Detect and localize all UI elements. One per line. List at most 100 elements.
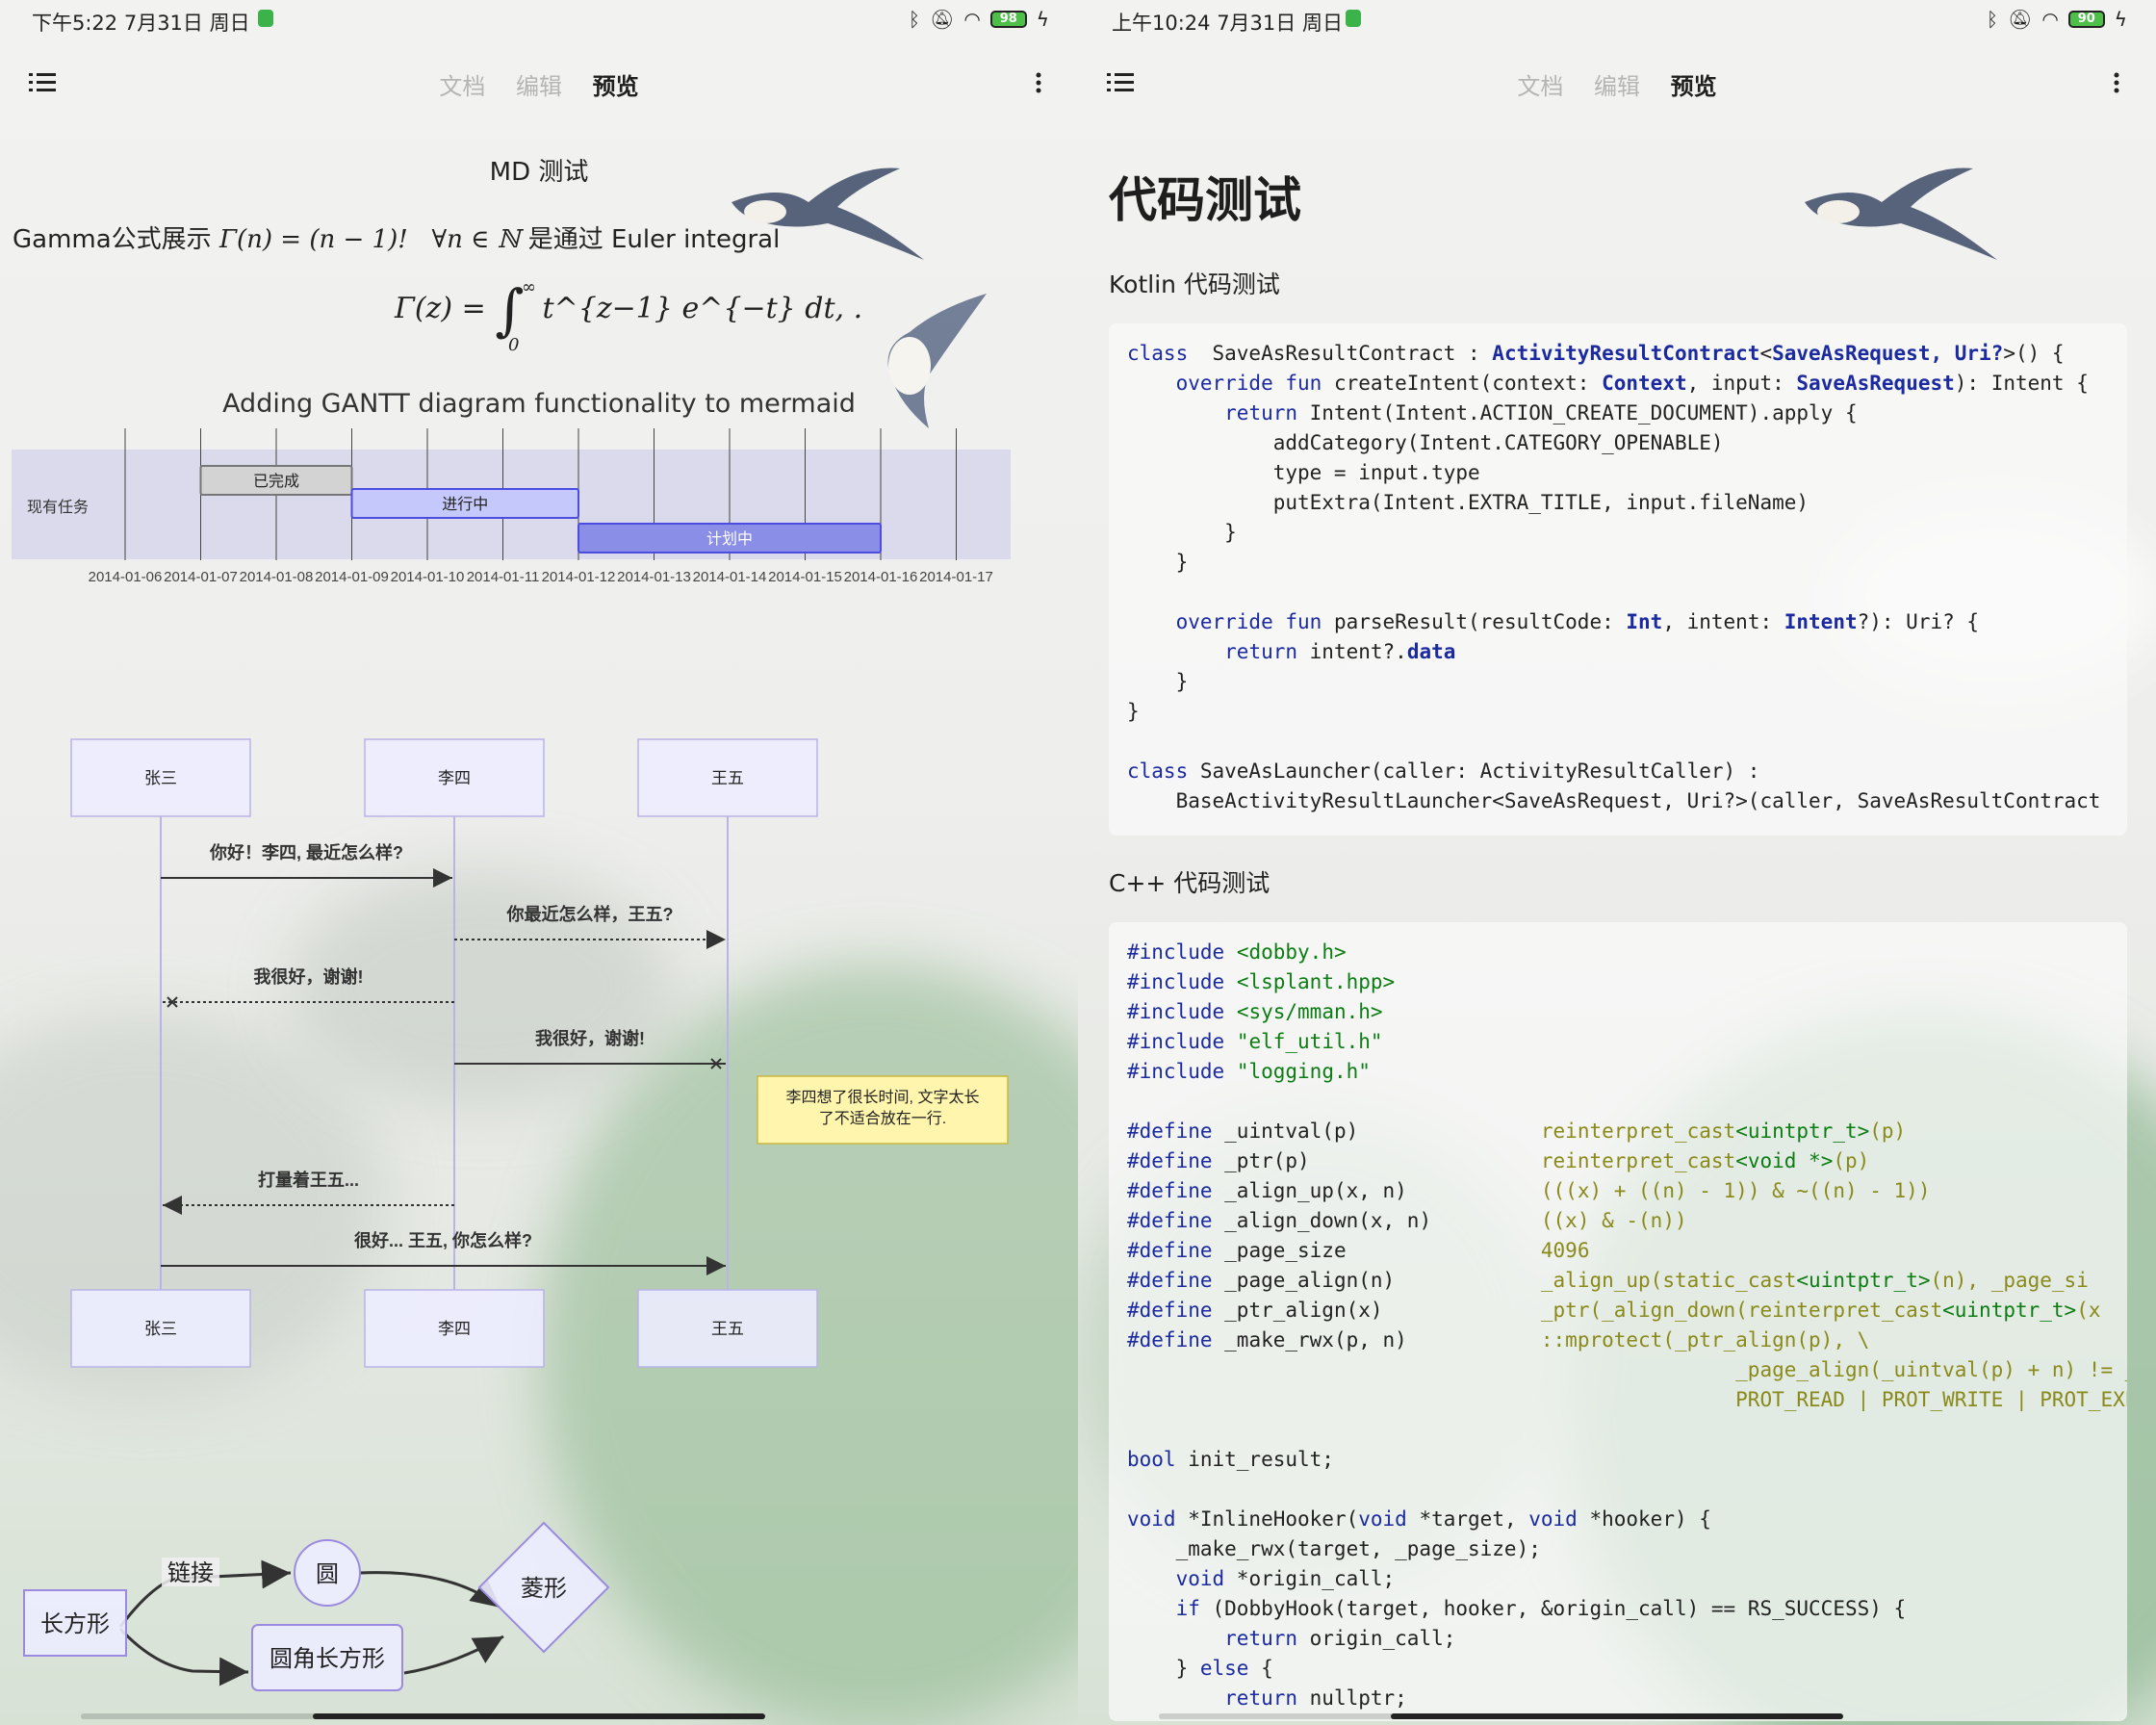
gantt-date-label: 2014-01-13 (617, 569, 691, 585)
tab-preview[interactable]: 预览 (593, 73, 639, 100)
gantt-date-label: 2014-01-06 (89, 569, 163, 585)
code-line: return Intent(Intent.ACTION_CREATE_DOCUM… (1224, 401, 1858, 425)
swallow-illustration-2 (887, 294, 987, 428)
code-line: } (1127, 700, 1140, 723)
flow-edge (118, 1627, 249, 1686)
actor-label: 李四 (438, 1320, 471, 1338)
sequence-diagram: 张三张三李四李四王五王五你好！李四, 最近怎么样?你最近怎么样，王五?我很好，谢… (70, 738, 1009, 1368)
actor-label: 张三 (144, 1320, 177, 1338)
gantt-date-label: 2014-01-14 (693, 569, 767, 585)
code-line: if (DobbyHook(target, hooker, &origin_ca… (1175, 1597, 1907, 1620)
code-line: return origin_call; (1224, 1627, 1456, 1650)
gantt-date-label: 2014-01-17 (919, 569, 993, 585)
code-line: addCategory(Intent.CATEGORY_OPENABLE) (1127, 431, 1724, 454)
code-line: } else { (1127, 1657, 1273, 1680)
gamma-text: Gamma公式展示 Γ(n) = (n − 1)! ∀n ∈ ℕ 是通过 Eul… (13, 225, 781, 254)
flow-edge (359, 1571, 501, 1609)
code-line: void *origin_call; (1175, 1567, 1396, 1590)
code-line: _make_rwx(target, _page_size); (1127, 1537, 1541, 1560)
code-line: } (1127, 670, 1189, 693)
code-line: return intent?.data (1224, 640, 1456, 663)
mode-tabs: 文档 编辑 预览 (1078, 67, 2156, 101)
code-line: #define _ptr_align(x) _ptr(_align_down(r… (1127, 1299, 2101, 1322)
tab-document[interactable]: 文档 (439, 73, 485, 100)
code-line: #define _ptr(p) reinterpret_cast<void *>… (1127, 1149, 1870, 1172)
charging-icon: ϟ (2114, 8, 2127, 31)
notification-icon (258, 10, 273, 27)
gantt-task-label: 进行中 (442, 496, 488, 513)
code-line: class SaveAsLauncher(caller: ActivityRes… (1127, 760, 1760, 783)
code-line: BaseActivityResultLauncher<SaveAsRequest… (1127, 789, 2101, 812)
kotlin-code-block: class SaveAsResultContract : ActivityRes… (1109, 323, 2127, 836)
circle-node-label: 圆 (316, 1561, 339, 1587)
tab-document[interactable]: 文档 (1517, 73, 1563, 100)
code-line: #define _align_down(x, n) ((x) & -(n)) (1127, 1209, 1687, 1232)
mute-icon: 🔕︎ (929, 8, 955, 31)
home-indicator[interactable] (1391, 1713, 1843, 1719)
notification-icon (1346, 10, 1361, 27)
code-line: _page_align(_uintval(p) + n) != _ (1735, 1358, 2127, 1381)
page-title: 代码测试 (1109, 172, 1301, 228)
app-bar: 文档 编辑 预览 (0, 58, 1078, 108)
code-line: #define _page_align(n) _align_up(static_… (1127, 1269, 2089, 1292)
wifi-icon: ◠ (963, 8, 981, 31)
gantt-chart: 现有任务2014-01-06 2014-01-07 2014-01-08 2014-0… (12, 428, 1011, 585)
note-box (757, 1075, 1009, 1145)
message-label: 我很好，谢谢! (254, 966, 364, 987)
left-screen: 下午5:22 7月31日 周日 ᛒ 🔕︎ ◠ 98 ϟ 文档 编辑 预览 MD … (0, 0, 1078, 1725)
code-line: PROT_READ | PROT_WRITE | PROT_EXE (1735, 1388, 2127, 1411)
status-bar: 下午5:22 7月31日 周日 ᛒ 🔕︎ ◠ 98 ϟ (0, 0, 1078, 39)
actor-label: 王五 (711, 1320, 744, 1338)
status-time: 下午5:22 7月31日 周日 (32, 12, 250, 35)
gantt-date-label: 2014-01-10 (391, 569, 465, 585)
rounded-node-label: 圆角长方形 (270, 1646, 385, 1672)
message-label: 我很好，谢谢! (535, 1028, 645, 1048)
app-bar: 文档 编辑 预览 (1078, 58, 2156, 108)
code-line: } (1127, 521, 1237, 544)
battery-icon: 98 (989, 11, 1027, 28)
more-vert-icon[interactable] (2114, 69, 2119, 96)
wifi-icon: ◠ (2041, 8, 2059, 31)
code-line: #include <lsplant.hpp> (1127, 970, 1396, 993)
code-line: type = input.type (1127, 461, 1480, 484)
flowchart: 长方形 链接 圆圆角长方形 菱形 (23, 1521, 610, 1691)
charging-icon: ϟ (1036, 8, 1049, 31)
gantt-date-label: 2014-01-09 (315, 569, 389, 585)
gantt-date-label: 2014-01-11 (467, 569, 540, 585)
code-line: #define _page_size 4096 (1127, 1239, 1590, 1262)
code-line: override fun createIntent(context: Conte… (1175, 372, 2089, 395)
code-line: #define _uintval(p) reinterpret_cast<uin… (1127, 1120, 1907, 1143)
message-label: 你好！李四, 最近怎么样? (209, 842, 403, 862)
code-line: return nullptr; (1224, 1686, 1407, 1710)
gantt-date-label: 2014-01-15 (768, 569, 842, 585)
message-label: 很好... 王五, 你怎么样? (354, 1230, 532, 1250)
right-screen: 上午10:24 7月31日 周日 ᛒ 🔕︎ ◠ 90 ϟ 文档 编辑 预览 代码… (1078, 0, 2156, 1725)
message-label: 打量着王五... (258, 1170, 359, 1190)
kotlin-heading: Kotlin 代码测试 (1109, 270, 1280, 298)
code-line: #define _align_up(x, n) (((x) + ((n) - 1… (1127, 1179, 1931, 1202)
bluetooth-icon: ᛒ (1986, 8, 1998, 31)
actor-label: 李四 (438, 769, 471, 787)
swallow-illustration (1805, 167, 1997, 260)
tab-preview[interactable]: 预览 (1671, 73, 1717, 100)
code-line: #include "elf_util.h" (1127, 1030, 1383, 1053)
gantt-date-label: 2014-01-12 (542, 569, 616, 585)
gantt-section-label: 现有任务 (27, 499, 89, 516)
integral-formula: Γ(z) = ∫ ∞ 0 t^{z−1} e^{−t} dt, . (395, 277, 863, 355)
tab-edit[interactable]: 编辑 (516, 73, 562, 100)
tab-edit[interactable]: 编辑 (1594, 73, 1640, 100)
code-line: #include "logging.h" (1127, 1060, 1371, 1083)
home-indicator[interactable] (313, 1713, 765, 1719)
gantt-date-label: 2014-01-07 (164, 569, 238, 585)
actor-label: 王五 (711, 769, 744, 787)
code-line: #include <dobby.h> (1127, 940, 1347, 964)
gantt-title: Adding GANTT diagram functionality to me… (222, 389, 856, 419)
actor-label: 张三 (144, 769, 177, 787)
code-line: bool init_result; (1127, 1448, 1334, 1471)
more-vert-icon[interactable] (1036, 69, 1041, 96)
bluetooth-icon: ᛒ (908, 8, 920, 31)
message-label: 你最近怎么样，王五? (506, 904, 674, 924)
page-title: MD 测试 (489, 158, 589, 187)
code-line: } (1127, 551, 1189, 574)
flow-edge (403, 1635, 504, 1675)
